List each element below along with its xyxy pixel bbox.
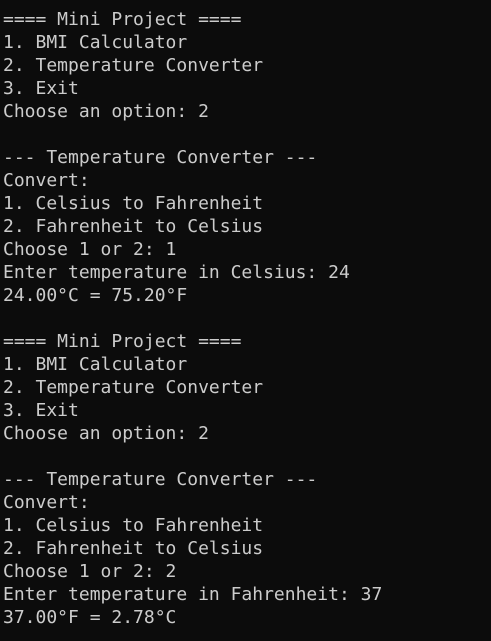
terminal-line: ==== Mini Project ==== [3, 331, 242, 352]
terminal-line: --- Temperature Converter --- [3, 469, 318, 490]
terminal-line: Choose an option: 2 [3, 101, 209, 122]
terminal-line: 2. Temperature Converter [3, 377, 264, 398]
terminal-line: 1. BMI Calculator [3, 32, 188, 53]
terminal-window[interactable]: ==== Mini Project ==== 1. BMI Calculator 2… [0, 0, 491, 641]
terminal-line: Enter temperature in Celsius: 24 [3, 262, 350, 283]
terminal-line: 3. Exit [3, 400, 79, 421]
terminal-line: Convert: [3, 170, 90, 191]
terminal-line: 1. BMI Calculator [3, 354, 188, 375]
terminal-line: 1. Celsius to Fahrenheit [3, 193, 264, 214]
terminal-line: 3. Exit [3, 78, 79, 99]
terminal-line: 24.00°C = 75.20°F [3, 285, 188, 306]
terminal-line: 1. Celsius to Fahrenheit [3, 515, 264, 536]
terminal-line: 2. Fahrenheit to Celsius [3, 216, 264, 237]
terminal-line: ==== Mini Project ==== [3, 9, 242, 30]
terminal-line: Convert: [3, 492, 90, 513]
terminal-line: Choose 1 or 2: 1 [3, 239, 177, 260]
terminal-line: 37.00°F = 2.78°C [3, 607, 177, 628]
terminal-line: --- Temperature Converter --- [3, 147, 318, 168]
terminal-line: 2. Fahrenheit to Celsius [3, 538, 264, 559]
terminal-line: Enter temperature in Fahrenheit: 37 [3, 584, 383, 605]
terminal-line: Choose 1 or 2: 2 [3, 561, 177, 582]
terminal-line: 2. Temperature Converter [3, 55, 264, 76]
terminal-output: ==== Mini Project ==== 1. BMI Calculator 2… [3, 8, 382, 629]
terminal-line: Choose an option: 2 [3, 423, 209, 444]
